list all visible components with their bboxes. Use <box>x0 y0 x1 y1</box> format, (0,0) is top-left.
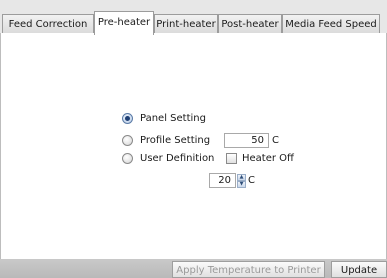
heater-off-checkbox[interactable] <box>226 153 237 164</box>
tab-feed-correction[interactable]: Feed Correction <box>2 14 94 34</box>
profile-temperature-value: 50 <box>224 133 269 148</box>
profile-setting-radio[interactable] <box>122 135 133 146</box>
profile-setting-option[interactable]: Profile Setting 50 C <box>122 133 279 148</box>
user-definition-label: User Definition <box>140 153 215 164</box>
user-definition-radio[interactable] <box>122 153 133 164</box>
apply-temperature-button[interactable]: Apply Temperature to Printer <box>172 261 325 278</box>
panel-setting-option[interactable]: Panel Setting <box>122 113 206 124</box>
spin-down-arrow-icon[interactable]: ▼ <box>237 180 246 188</box>
tab-print-heater[interactable]: Print-heater <box>154 14 218 34</box>
user-temperature-row: 20 ▲ ▼ C <box>209 173 255 188</box>
update-button[interactable]: Update <box>331 261 387 278</box>
pre-heater-panel: Panel Setting Profile Setting 50 C User … <box>0 33 387 259</box>
footer-bar: Apply Temperature to Printer Update <box>0 259 387 278</box>
panel-setting-radio[interactable] <box>122 113 133 124</box>
spin-up-arrow-icon[interactable]: ▲ <box>237 173 246 181</box>
tab-pre-heater[interactable]: Pre-heater <box>94 11 154 35</box>
tab-post-heater[interactable]: Post-heater <box>218 14 282 34</box>
profile-temperature-unit: C <box>272 135 279 146</box>
user-temperature-unit: C <box>248 175 255 186</box>
user-temperature-input[interactable]: 20 <box>209 173 236 188</box>
tab-bar: Feed Correction Pre-heater Print-heater … <box>0 11 387 35</box>
panel-setting-label: Panel Setting <box>140 113 206 124</box>
heater-off-label: Heater Off <box>242 153 294 164</box>
tab-media-feed-speed[interactable]: Media Feed Speed <box>282 14 380 34</box>
temperature-spinner[interactable]: ▲ ▼ <box>237 173 246 188</box>
profile-setting-label: Profile Setting <box>140 135 211 146</box>
user-definition-option[interactable]: User Definition Heater Off <box>122 153 294 164</box>
